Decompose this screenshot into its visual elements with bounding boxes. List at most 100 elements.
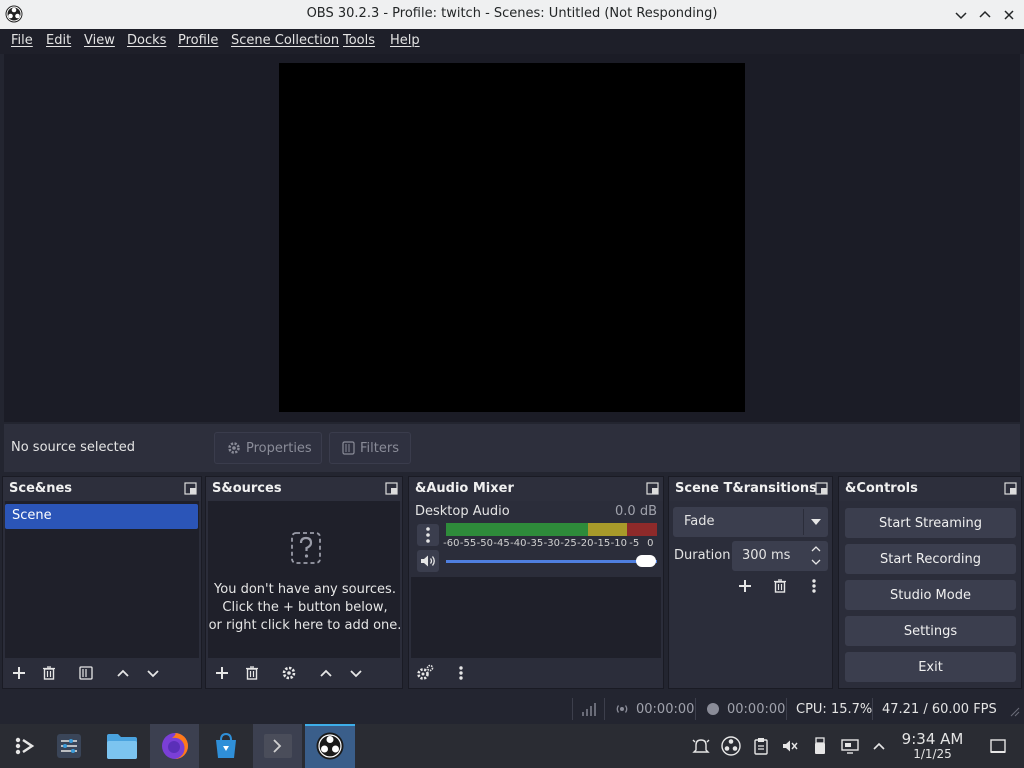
obs-tray-icon[interactable] — [721, 736, 741, 756]
kebab-menu-icon[interactable] — [417, 524, 439, 546]
transition-select[interactable]: Fade — [673, 507, 828, 537]
scenes-toolbar — [3, 658, 201, 688]
mixer-menu-button[interactable] — [449, 661, 473, 685]
float-dock-icon[interactable] — [184, 482, 197, 495]
maximize-icon[interactable] — [975, 5, 995, 25]
fps-readout: 47.21 / 60.00 FPS — [882, 702, 997, 717]
studio-mode-button[interactable]: Studio Mode — [845, 580, 1016, 610]
scene-list-item[interactable]: Scene — [5, 504, 198, 529]
record-time: 00:00:00 — [727, 702, 786, 717]
network-wired-icon[interactable] — [840, 736, 860, 756]
empty-sources-message: You don't have any sources. Click the + … — [206, 581, 404, 635]
notifications-icon[interactable] — [691, 736, 711, 756]
mixer-empty-area — [411, 577, 661, 658]
gear-icon — [227, 441, 241, 455]
sources-dock: S&ources You don't have any sources. Cli… — [205, 476, 403, 689]
minimize-icon[interactable] — [951, 5, 971, 25]
controls-dock-title: &Controls — [845, 481, 918, 496]
menu-docks[interactable]: Docks — [127, 33, 166, 48]
remove-scene-button[interactable] — [37, 661, 61, 685]
duration-value: 300 ms — [742, 548, 791, 563]
exit-button[interactable]: Exit — [845, 652, 1016, 682]
terminal-icon[interactable] — [253, 724, 303, 768]
menu-view[interactable]: View — [84, 33, 115, 48]
float-dock-icon[interactable] — [1004, 482, 1017, 495]
meter-scale-tick: -40 — [510, 538, 527, 549]
volume-muted-icon[interactable] — [780, 736, 800, 756]
scenes-dock-header: Sce&nes — [3, 477, 201, 501]
menu-bar: File Edit View Docks Profile Scene Colle… — [0, 29, 1024, 54]
app-launcher-icon[interactable] — [0, 724, 50, 768]
chevron-down-icon — [810, 517, 822, 527]
clipboard-icon[interactable] — [751, 736, 771, 756]
firefox-icon[interactable] — [150, 724, 200, 768]
resize-grip-icon[interactable] — [1010, 707, 1020, 717]
start-streaming-button[interactable]: Start Streaming — [845, 508, 1016, 538]
remove-transition-button[interactable] — [768, 574, 792, 598]
menu-file[interactable]: File — [11, 33, 33, 48]
show-desktop-icon[interactable] — [988, 736, 1008, 756]
empty-sources-line: or right click here to add one. — [208, 618, 402, 633]
system-settings-icon[interactable] — [44, 724, 94, 768]
float-dock-icon[interactable] — [385, 482, 398, 495]
meter-scale-tick: -55 — [459, 538, 477, 549]
controls-dock: &Controls Start Streaming Start Recordin… — [838, 476, 1022, 689]
audio-mixer-dock: &Audio Mixer Desktop Audio 0.0 dB -60 -55… — [408, 476, 664, 689]
add-transition-button[interactable] — [733, 574, 757, 598]
taskbar: 9:34 AM 1/1/25 — [0, 724, 1024, 768]
speaker-icon[interactable] — [417, 550, 439, 572]
settings-button[interactable]: Settings — [845, 616, 1016, 646]
window-title: OBS 30.2.3 - Profile: twitch - Scenes: U… — [306, 6, 718, 21]
duration-spinbox[interactable]: 300 ms — [732, 541, 828, 571]
scene-transitions-dock-header: Scene T&ransitions — [669, 477, 832, 501]
properties-button[interactable]: Properties — [214, 432, 322, 464]
audio-mixer-dock-title: &Audio Mixer — [415, 481, 514, 496]
close-icon[interactable] — [999, 5, 1019, 25]
transition-properties-button[interactable] — [802, 574, 826, 598]
scene-filters-button[interactable] — [74, 661, 98, 685]
menu-profile[interactable]: Profile — [178, 33, 218, 48]
meter-scale-tick: -45 — [493, 538, 510, 549]
discover-store-icon[interactable] — [201, 724, 251, 768]
add-source-button[interactable] — [210, 661, 234, 685]
float-dock-icon[interactable] — [646, 482, 659, 495]
meter-scale: -60 -55 -50 -45 -40 -35 -30 -25 -20 -15 -10 -5 0 — [443, 538, 659, 549]
obs-taskbar-icon[interactable] — [305, 724, 355, 768]
meter-scale-tick: -50 — [476, 538, 493, 549]
tray-expand-icon[interactable] — [869, 736, 889, 756]
file-manager-icon[interactable] — [97, 724, 147, 768]
usb-device-icon[interactable] — [810, 736, 830, 756]
meter-scale-tick: -60 — [443, 538, 460, 549]
decrement-icon[interactable] — [810, 557, 822, 567]
float-dock-icon[interactable] — [815, 482, 828, 495]
remove-source-button[interactable] — [240, 661, 264, 685]
source-properties-button[interactable] — [277, 661, 301, 685]
controls-dock-header: &Controls — [839, 477, 1021, 501]
meter-scale-tick: -25 — [560, 538, 577, 549]
move-scene-up-button[interactable] — [111, 661, 135, 685]
volume-slider-handle[interactable] — [636, 555, 656, 567]
volume-slider-track[interactable] — [446, 560, 657, 563]
add-scene-button[interactable] — [7, 661, 31, 685]
meter-scale-tick: -10 — [610, 538, 627, 549]
advanced-audio-properties-button[interactable] — [413, 661, 437, 685]
streaming-status-icon — [614, 702, 630, 716]
move-source-down-button[interactable] — [344, 661, 368, 685]
menu-tools[interactable]: Tools — [343, 33, 375, 48]
move-scene-down-button[interactable] — [141, 661, 165, 685]
start-recording-button[interactable]: Start Recording — [845, 544, 1016, 574]
stream-time: 00:00:00 — [636, 702, 695, 717]
audio-mixer-dock-header: &Audio Mixer — [409, 477, 663, 501]
filters-button[interactable]: Filters — [329, 432, 411, 464]
meter-scale-tick: -5 — [629, 538, 640, 549]
preview-canvas[interactable] — [279, 63, 745, 412]
scenes-dock: Sce&nes Scene — [2, 476, 202, 689]
move-source-up-button[interactable] — [314, 661, 338, 685]
menu-edit[interactable]: Edit — [46, 33, 71, 48]
question-mark-icon — [291, 532, 321, 564]
scene-transitions-dock-title: Scene T&ransitions — [675, 481, 817, 496]
menu-help[interactable]: Help — [390, 33, 420, 48]
menu-scene-collection[interactable]: Scene Collection — [231, 33, 339, 48]
clock[interactable]: 9:34 AM 1/1/25 — [895, 732, 970, 762]
increment-icon[interactable] — [810, 544, 822, 554]
